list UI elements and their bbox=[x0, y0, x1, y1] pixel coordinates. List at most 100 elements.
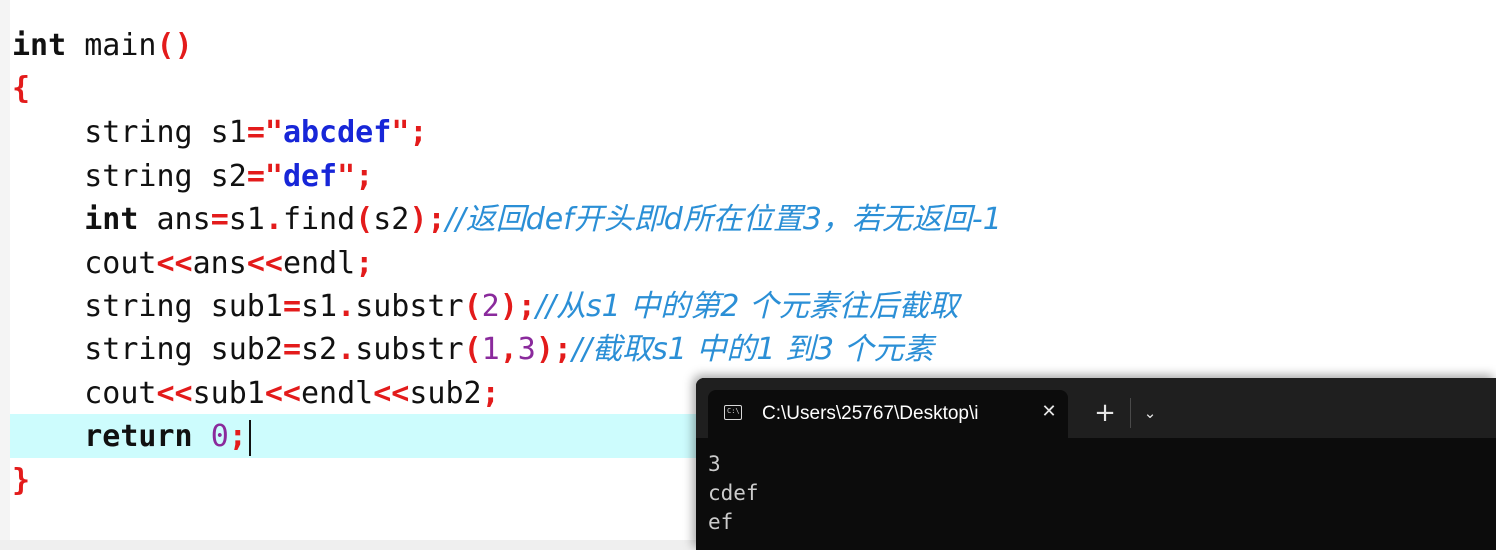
operator: = bbox=[246, 115, 265, 150]
brace: } bbox=[12, 463, 31, 498]
dot: . bbox=[337, 289, 356, 324]
identifier: s1 bbox=[301, 289, 338, 324]
code-line-4[interactable]: string s2="def"; bbox=[12, 155, 373, 198]
semicolon: ; bbox=[427, 202, 446, 237]
identifier: sub1 bbox=[192, 376, 265, 411]
terminal-tab-bar: C:\ C:\Users\25767\Desktop\i ✕ + ⌄ bbox=[696, 378, 1496, 438]
paren: ( bbox=[355, 202, 374, 237]
quote: " bbox=[264, 159, 283, 194]
comment: //从s1 中的第2 个元素往后截取 bbox=[535, 289, 959, 324]
method-name: substr bbox=[355, 289, 464, 324]
number-literal: 1 bbox=[481, 332, 500, 367]
identifier: cout bbox=[84, 376, 157, 411]
code-line-3[interactable]: string s1="abcdef"; bbox=[12, 111, 427, 154]
operator: = bbox=[210, 202, 229, 237]
text-cursor bbox=[248, 419, 251, 456]
paren: ) bbox=[409, 202, 428, 237]
code-line-1[interactable]: int main() bbox=[12, 24, 193, 67]
method-name: substr bbox=[355, 332, 464, 367]
string-literal: def bbox=[282, 159, 338, 194]
identifier: s1 bbox=[228, 202, 265, 237]
editor-gutter bbox=[0, 0, 10, 540]
identifier: ans bbox=[192, 246, 247, 281]
operator: << bbox=[246, 246, 283, 281]
comment: //返回def开头即d所在位置3，若无返回-1 bbox=[445, 202, 1002, 237]
terminal-output-line: cdef bbox=[708, 481, 759, 505]
identifier: cout bbox=[84, 246, 157, 281]
operator: << bbox=[156, 376, 193, 411]
operator: << bbox=[264, 376, 301, 411]
identifier: endl bbox=[282, 246, 356, 281]
terminal-output-line: 3 bbox=[708, 452, 721, 476]
console-icon-text: C:\ bbox=[727, 407, 740, 415]
new-tab-button[interactable]: + bbox=[1092, 398, 1118, 428]
method-name: find bbox=[282, 202, 356, 237]
chevron-down-icon[interactable]: ⌄ bbox=[1140, 400, 1160, 426]
operator: << bbox=[156, 246, 193, 281]
identifier: main bbox=[66, 28, 157, 63]
semicolon: ; bbox=[553, 332, 572, 367]
semicolon: ; bbox=[517, 289, 536, 324]
quote: " bbox=[264, 115, 283, 150]
terminal-output-line: ef bbox=[708, 510, 734, 534]
paren: ) bbox=[499, 289, 518, 324]
semicolon: ; bbox=[355, 159, 374, 194]
declaration: string sub1 bbox=[84, 289, 283, 324]
dot: . bbox=[264, 202, 283, 237]
tab-title: C:\Users\25767\Desktop\i bbox=[762, 403, 979, 424]
quote: " bbox=[391, 115, 410, 150]
code-line-8[interactable]: string sub2=s2.substr(1,3);//截取s1 中的1 到3… bbox=[12, 328, 934, 371]
operator: = bbox=[282, 332, 301, 367]
keyword: int bbox=[12, 28, 67, 63]
operator: = bbox=[282, 289, 301, 324]
code-line-2[interactable]: { bbox=[12, 67, 30, 110]
terminal-tab[interactable]: C:\ C:\Users\25767\Desktop\i ✕ bbox=[708, 390, 1068, 438]
terminal-window[interactable]: C:\ C:\Users\25767\Desktop\i ✕ + ⌄ 3 cde… bbox=[696, 378, 1496, 550]
identifier: s2 bbox=[301, 332, 338, 367]
identifier: sub2 bbox=[409, 376, 482, 411]
quote: " bbox=[337, 159, 356, 194]
number-literal: 3 bbox=[517, 332, 536, 367]
paren: ) bbox=[174, 28, 193, 63]
semicolon: ; bbox=[355, 246, 374, 281]
identifier: ans bbox=[138, 202, 211, 237]
paren: ) bbox=[535, 332, 554, 367]
code-line-5[interactable]: int ans=s1.find(s2);//返回def开头即d所在位置3，若无返… bbox=[12, 198, 1002, 241]
close-icon[interactable]: ✕ bbox=[1038, 400, 1060, 424]
identifier: s2 bbox=[373, 202, 410, 237]
semicolon: ; bbox=[409, 115, 428, 150]
declaration: string s2 bbox=[84, 159, 247, 194]
operator: << bbox=[373, 376, 410, 411]
console-icon: C:\ bbox=[724, 405, 742, 420]
keyword: int bbox=[84, 202, 139, 237]
dot: . bbox=[337, 332, 356, 367]
string-literal: abcdef bbox=[282, 115, 392, 150]
code-line-9[interactable]: cout<<sub1<<endl<<sub2; bbox=[12, 372, 500, 415]
code-line-10[interactable]: return 0; bbox=[12, 415, 251, 458]
tab-separator bbox=[1130, 398, 1131, 428]
comment: //截取s1 中的1 到3 个元素 bbox=[571, 332, 934, 367]
operator: = bbox=[246, 159, 265, 194]
code-line-11[interactable]: } bbox=[12, 459, 30, 502]
declaration: string sub2 bbox=[84, 332, 283, 367]
number-literal: 2 bbox=[481, 289, 500, 324]
declaration: string s1 bbox=[84, 115, 247, 150]
code-line-7[interactable]: string sub1=s1.substr(2);//从s1 中的第2 个元素往… bbox=[12, 285, 959, 328]
paren: ( bbox=[156, 28, 175, 63]
code-line-6[interactable]: cout<<ans<<endl; bbox=[12, 242, 373, 285]
paren: ( bbox=[463, 289, 482, 324]
identifier: endl bbox=[301, 376, 374, 411]
semicolon: ; bbox=[228, 419, 247, 454]
comma: , bbox=[499, 332, 518, 367]
semicolon: ; bbox=[481, 376, 500, 411]
brace: { bbox=[12, 71, 31, 106]
